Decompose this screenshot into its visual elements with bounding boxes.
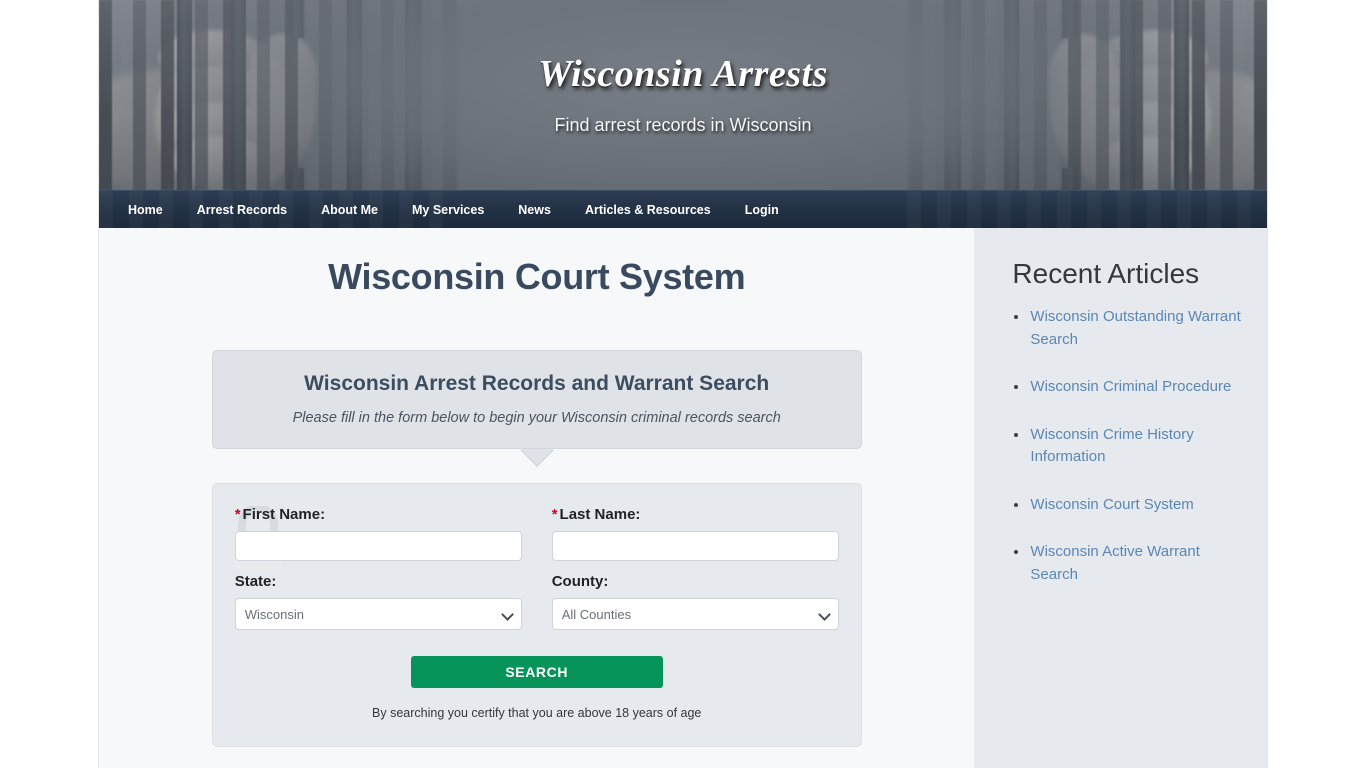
- article-link-active-warrant-search[interactable]: Wisconsin Active Warrant Search: [1030, 543, 1200, 583]
- callout-subtitle: Please fill in the form below to begin y…: [292, 410, 781, 426]
- site-title: Wisconsin Arrests: [538, 53, 828, 95]
- first-name-input[interactable]: [234, 531, 522, 561]
- state-select[interactable]: Wisconsin: [234, 598, 522, 630]
- county-label: County:: [551, 573, 609, 590]
- required-asterisk: *: [234, 506, 241, 523]
- list-item: Wisconsin Crime History Information: [1012, 424, 1245, 469]
- last-name-label-text: Last Name:: [559, 506, 641, 523]
- search-button[interactable]: SEARCH: [410, 656, 663, 688]
- article-link-crime-history-information[interactable]: Wisconsin Crime History Information: [1030, 426, 1193, 466]
- age-certification-note: By searching you certify that you are ab…: [372, 706, 702, 720]
- state-field-group: State: Wisconsin: [234, 573, 522, 630]
- sidebar-title: Recent Articles: [1012, 258, 1200, 289]
- banner-text-block: Wisconsin Arrests Find arrest records in…: [99, 52, 1267, 136]
- last-name-input[interactable]: [551, 531, 839, 561]
- sidebar: Recent Articles Wisconsin Outstanding Wa…: [974, 228, 1267, 768]
- search-callout: Wisconsin Arrest Records and Warrant Sea…: [211, 350, 862, 467]
- first-name-label-text: First Name:: [242, 506, 326, 523]
- list-item: Wisconsin Outstanding Warrant Search: [1012, 306, 1245, 351]
- page-title: Wisconsin Court System: [328, 256, 746, 297]
- nav-item-home[interactable]: Home: [111, 191, 180, 228]
- article-link-outstanding-warrant-search[interactable]: Wisconsin Outstanding Warrant Search: [1030, 308, 1240, 348]
- nav-item-about-me[interactable]: About Me: [304, 191, 395, 228]
- nav-item-arrest-records[interactable]: Arrest Records: [180, 191, 304, 228]
- main-navigation: Home Arrest Records About Me My Services…: [99, 190, 1267, 228]
- county-select[interactable]: All Counties: [551, 598, 839, 630]
- nav-item-login[interactable]: Login: [728, 191, 796, 228]
- callout-box: Wisconsin Arrest Records and Warrant Sea…: [211, 350, 862, 449]
- grid-spacer: [552, 561, 839, 573]
- grid-spacer: [235, 561, 522, 573]
- article-link-court-system[interactable]: Wisconsin Court System: [1030, 496, 1193, 513]
- nav-item-articles-resources[interactable]: Articles & Resources: [568, 191, 728, 228]
- required-asterisk: *: [551, 506, 558, 523]
- nav-item-news[interactable]: News: [501, 191, 568, 228]
- state-select-value: Wisconsin: [234, 598, 522, 630]
- county-select-value: All Counties: [551, 598, 839, 630]
- list-item: Wisconsin Active Warrant Search: [1012, 541, 1245, 586]
- list-item: Wisconsin Court System: [1012, 494, 1245, 517]
- main-content: Wisconsin Court System Wisconsin Arrest …: [99, 228, 975, 768]
- callout-title: Wisconsin Arrest Records and Warrant Sea…: [304, 372, 770, 395]
- state-label: State:: [234, 573, 277, 590]
- recent-articles-list: Wisconsin Outstanding Warrant Search Wis…: [1012, 306, 1245, 586]
- list-item: Wisconsin Criminal Procedure: [1012, 376, 1245, 399]
- site-tagline: Find arrest records in Wisconsin: [554, 115, 812, 135]
- nav-item-my-services[interactable]: My Services: [395, 191, 501, 228]
- last-name-field-group: * Last Name:: [551, 506, 839, 561]
- form-fields-grid: * First Name: * Last Name: State: Wisconsi…: [234, 506, 839, 630]
- first-name-field-group: * First Name:: [234, 506, 522, 561]
- last-name-label: * Last Name:: [552, 506, 839, 523]
- article-link-criminal-procedure[interactable]: Wisconsin Criminal Procedure: [1030, 378, 1231, 395]
- site-banner: Wisconsin Arrests Find arrest records in…: [99, 0, 1267, 190]
- site-page: Wisconsin Arrests Find arrest records in…: [98, 0, 1268, 768]
- content-row: Wisconsin Court System Wisconsin Arrest …: [99, 228, 1267, 768]
- first-name-label: * First Name:: [235, 506, 522, 523]
- arrest-records-search-form: * First Name: * Last Name: State: Wisconsi…: [211, 483, 862, 747]
- county-field-group: County: All Counties: [551, 573, 839, 630]
- callout-arrow-icon: [520, 449, 553, 465]
